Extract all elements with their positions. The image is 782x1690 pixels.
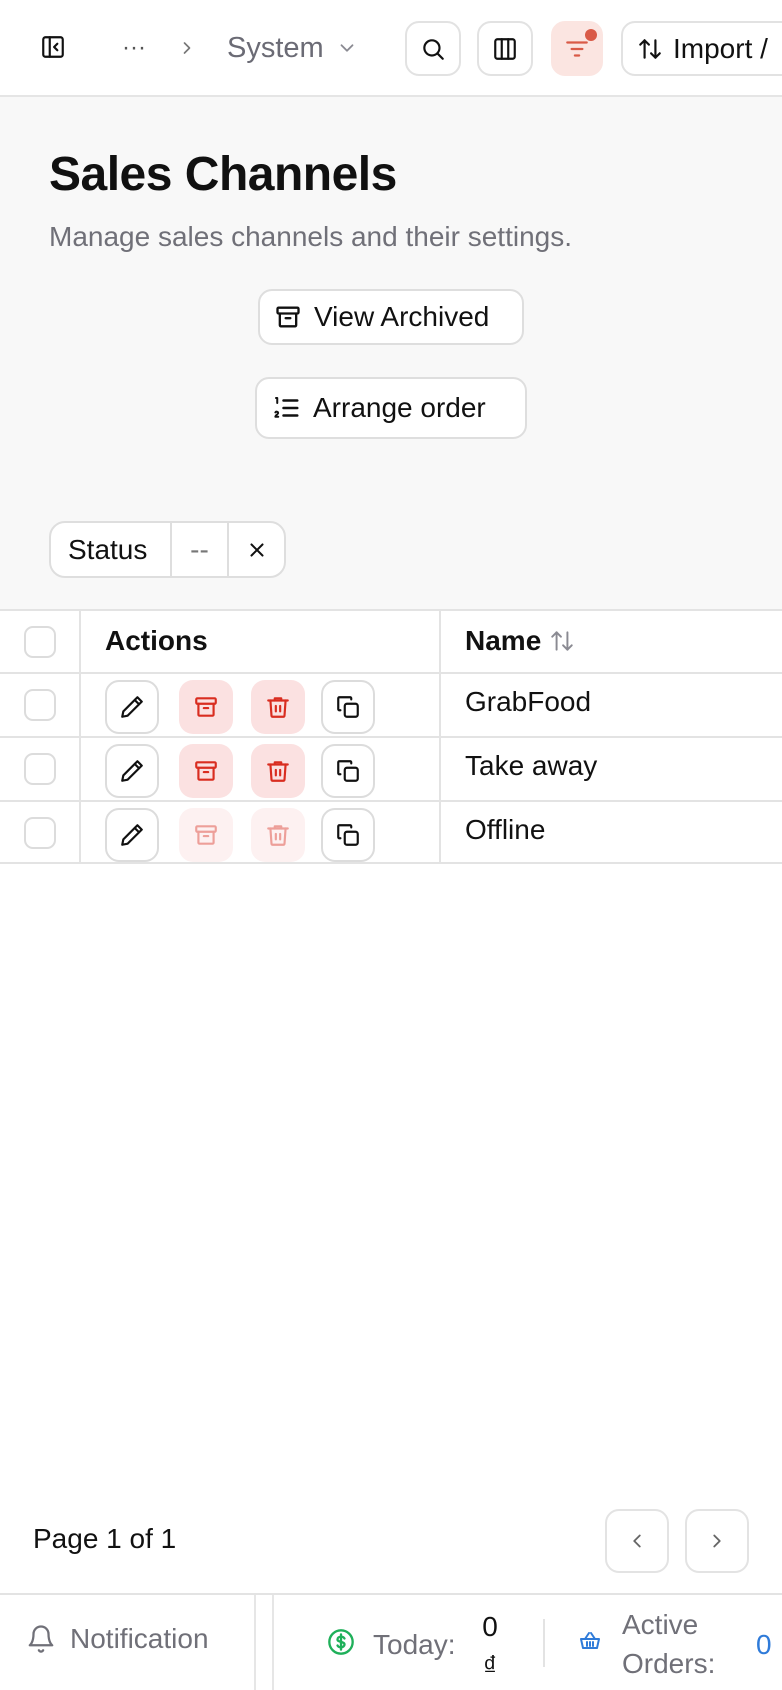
copy-icon <box>335 694 361 720</box>
status-filter-label[interactable]: Status <box>51 523 172 576</box>
delete-button <box>251 808 305 862</box>
column-header-name-label: Name <box>465 625 542 656</box>
search-icon <box>420 36 446 62</box>
column-divider <box>439 674 441 736</box>
active-orders-value[interactable]: 0 <box>756 1629 772 1661</box>
columns-button[interactable] <box>477 21 533 76</box>
top-bar: ··· System Import / <box>0 0 782 97</box>
delete-button[interactable] <box>251 744 305 798</box>
sidebar-toggle-icon[interactable] <box>36 30 70 64</box>
status-filter[interactable]: Status -- <box>49 521 286 578</box>
close-icon <box>246 539 268 561</box>
today-sales-label: Today: <box>373 1629 456 1660</box>
select-all-checkbox[interactable] <box>24 626 56 658</box>
pencil-icon <box>119 822 145 848</box>
footer-divider <box>543 1619 545 1667</box>
import-label: Import / <box>673 32 768 64</box>
table-header-row: Actions Name <box>0 609 782 673</box>
breadcrumb-more[interactable]: ··· <box>118 34 150 61</box>
filter-active-indicator <box>585 29 597 41</box>
row-checkbox[interactable] <box>24 817 56 849</box>
archive-icon <box>193 758 219 784</box>
delete-button[interactable] <box>251 680 305 734</box>
table-row[interactable]: GrabFood <box>0 672 782 736</box>
trash-icon <box>265 694 291 720</box>
duplicate-button[interactable] <box>321 744 375 798</box>
pencil-icon <box>119 758 145 784</box>
basket-icon <box>578 1629 602 1653</box>
trash-icon <box>265 758 291 784</box>
column-divider <box>439 738 441 800</box>
column-header-actions: Actions <box>105 625 208 656</box>
edit-button[interactable] <box>105 744 159 798</box>
archive-icon <box>274 303 302 331</box>
column-header-name[interactable]: Name <box>465 625 575 657</box>
page-subtitle: Manage sales channels and their settings… <box>49 221 572 252</box>
archive-icon <box>193 822 219 848</box>
column-divider <box>79 738 81 800</box>
status-filter-value[interactable]: -- <box>172 523 229 576</box>
chevron-right-icon <box>706 1530 728 1552</box>
archive-button <box>179 808 233 862</box>
pagination-label: Page 1 of 1 <box>33 1523 177 1554</box>
today-sales-value: 0 ₫ <box>482 1611 498 1681</box>
chevron-down-icon <box>336 37 358 59</box>
archive-button[interactable] <box>179 680 233 734</box>
archive-button[interactable] <box>179 744 233 798</box>
edit-button[interactable] <box>105 808 159 862</box>
trash-icon <box>265 822 291 848</box>
previous-page-button[interactable] <box>605 1509 669 1573</box>
list-ordered-icon <box>271 393 301 423</box>
table-row[interactable]: Offline <box>0 800 782 864</box>
column-divider <box>79 674 81 736</box>
sort-icon[interactable] <box>549 628 575 654</box>
duplicate-button[interactable] <box>321 680 375 734</box>
status-footer: Notification Today: 0 ₫ Active Orders: 0 <box>0 1593 782 1690</box>
sort-icon <box>637 36 663 62</box>
page-header: Sales Channels Manage sales channels and… <box>0 97 782 609</box>
bell-icon <box>26 1624 56 1654</box>
breadcrumb-current[interactable]: System <box>227 30 358 66</box>
copy-icon <box>335 758 361 784</box>
filter-button[interactable] <box>551 21 603 76</box>
clear-filter-button[interactable] <box>229 523 284 576</box>
footer-divider <box>254 1595 256 1690</box>
chevron-right-icon <box>176 34 198 62</box>
archive-icon <box>193 694 219 720</box>
row-checkbox[interactable] <box>24 689 56 721</box>
page-title: Sales Channels <box>49 148 397 201</box>
copy-icon <box>335 822 361 848</box>
view-archived-button[interactable]: View Archived <box>258 289 524 345</box>
pencil-icon <box>119 694 145 720</box>
breadcrumb-current-label: System <box>227 31 324 64</box>
column-divider <box>439 802 441 862</box>
active-orders-label: Active Orders: <box>622 1609 716 1679</box>
arrange-order-button[interactable]: Arrange order <box>255 377 527 439</box>
channel-name: GrabFood <box>465 686 592 717</box>
arrange-order-label: Arrange order <box>313 392 486 423</box>
column-divider <box>79 611 81 673</box>
duplicate-button[interactable] <box>321 808 375 862</box>
channel-name: Offline <box>465 814 546 845</box>
columns-icon <box>492 36 518 62</box>
dollar-icon <box>327 1628 355 1656</box>
notification-label: Notification <box>70 1623 209 1654</box>
channel-name: Take away <box>465 750 598 781</box>
notification-button[interactable]: Notification <box>26 1623 209 1655</box>
search-button[interactable] <box>405 21 461 76</box>
next-page-button[interactable] <box>685 1509 749 1573</box>
row-checkbox[interactable] <box>24 753 56 785</box>
table-row[interactable]: Take away <box>0 736 782 800</box>
footer-divider <box>272 1595 274 1690</box>
column-divider <box>439 611 441 673</box>
view-archived-label: View Archived <box>314 301 490 332</box>
chevron-left-icon <box>626 1530 648 1552</box>
edit-button[interactable] <box>105 680 159 734</box>
column-divider <box>79 802 81 862</box>
import-export-button[interactable]: Import / <box>621 21 782 76</box>
